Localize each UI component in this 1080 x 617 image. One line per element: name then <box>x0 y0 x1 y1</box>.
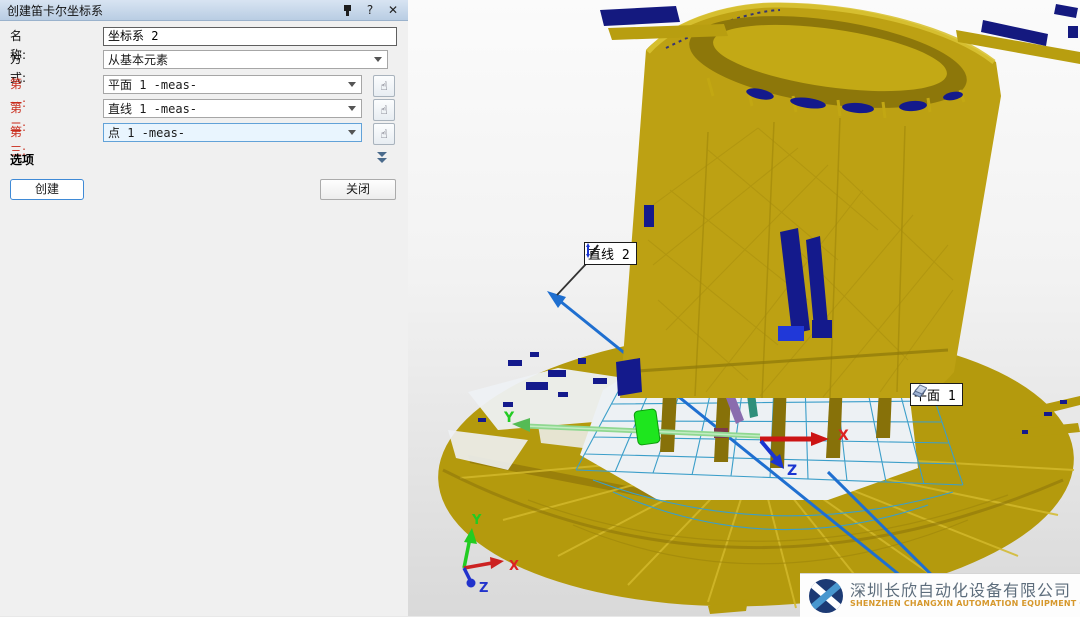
axis-z-label: Z <box>787 463 797 479</box>
expand-options-icon[interactable] <box>377 152 387 163</box>
third-value: 点 1 -meas- <box>104 124 348 141</box>
third-pick-button[interactable]: ☝ <box>373 123 395 145</box>
first-value: 平面 1 -meas- <box>104 76 348 93</box>
3d-scene: Y X Z Y X Z <box>408 0 1080 616</box>
company-name-cn: 深圳长欣自动化设备有限公司 <box>850 583 1080 600</box>
create-button[interactable]: 创建 <box>10 179 84 200</box>
chevron-down-icon <box>348 130 356 135</box>
plane-1-flag[interactable]: 平面 1 <box>910 383 963 406</box>
scan-mesh-cylinder <box>616 1 1001 398</box>
first-element-dropdown[interactable]: 平面 1 -meas- <box>103 75 362 94</box>
name-input[interactable] <box>103 27 397 46</box>
create-coordinate-system-dialog: 创建笛卡尔坐标系 ? ✕ 名称: 方式: 从基本元素 第一: 平面 1 -mea… <box>0 0 409 616</box>
axis-y-label: Y <box>503 410 515 426</box>
3d-viewport[interactable]: Y X Z Y X Z 直线 2 平面 1 <box>408 0 1080 616</box>
axis-x-label: X <box>838 428 849 444</box>
options-section-header[interactable]: 选项 <box>10 151 34 168</box>
company-name-en: SHENZHEN CHANGXIN AUTOMATION EQUIPMENT C… <box>850 600 1080 608</box>
close-button[interactable]: 关闭 <box>320 179 396 200</box>
pin-icon[interactable] <box>340 3 354 17</box>
method-dropdown[interactable]: 从基本元素 <box>103 50 388 69</box>
line-flag-leader <box>557 264 586 295</box>
third-element-dropdown[interactable]: 点 1 -meas- <box>103 123 362 142</box>
first-pick-button[interactable]: ☝ <box>373 75 395 97</box>
line-2-flag[interactable]: 直线 2 <box>584 242 637 265</box>
company-logo-icon <box>808 578 844 614</box>
line-measure-icon <box>585 243 600 258</box>
close-icon[interactable]: ✕ <box>386 3 400 17</box>
dialog-titlebar[interactable]: 创建笛卡尔坐标系 ? ✕ <box>0 0 408 21</box>
triad-y-label: Y <box>471 513 482 528</box>
plane-measure-icon <box>911 384 927 399</box>
company-banner: 深圳长欣自动化设备有限公司 SHENZHEN CHANGXIN AUTOMATI… <box>800 573 1080 617</box>
method-value: 从基本元素 <box>104 51 374 68</box>
second-element-dropdown[interactable]: 直线 1 -meas- <box>103 99 362 118</box>
triad-z-label: Z <box>479 581 488 596</box>
second-pick-button[interactable]: ☝ <box>373 99 395 121</box>
chevron-down-icon <box>348 106 356 111</box>
app-window: { "dialog": { "title": "创建笛卡尔坐标系", "icon… <box>0 0 1080 616</box>
triad-x-label: X <box>509 559 519 574</box>
chevron-down-icon <box>374 57 382 62</box>
chevron-down-icon <box>348 82 356 87</box>
second-value: 直线 1 -meas- <box>104 100 348 117</box>
dialog-title: 创建笛卡尔坐标系 <box>0 2 103 19</box>
help-icon[interactable]: ? <box>363 3 377 17</box>
